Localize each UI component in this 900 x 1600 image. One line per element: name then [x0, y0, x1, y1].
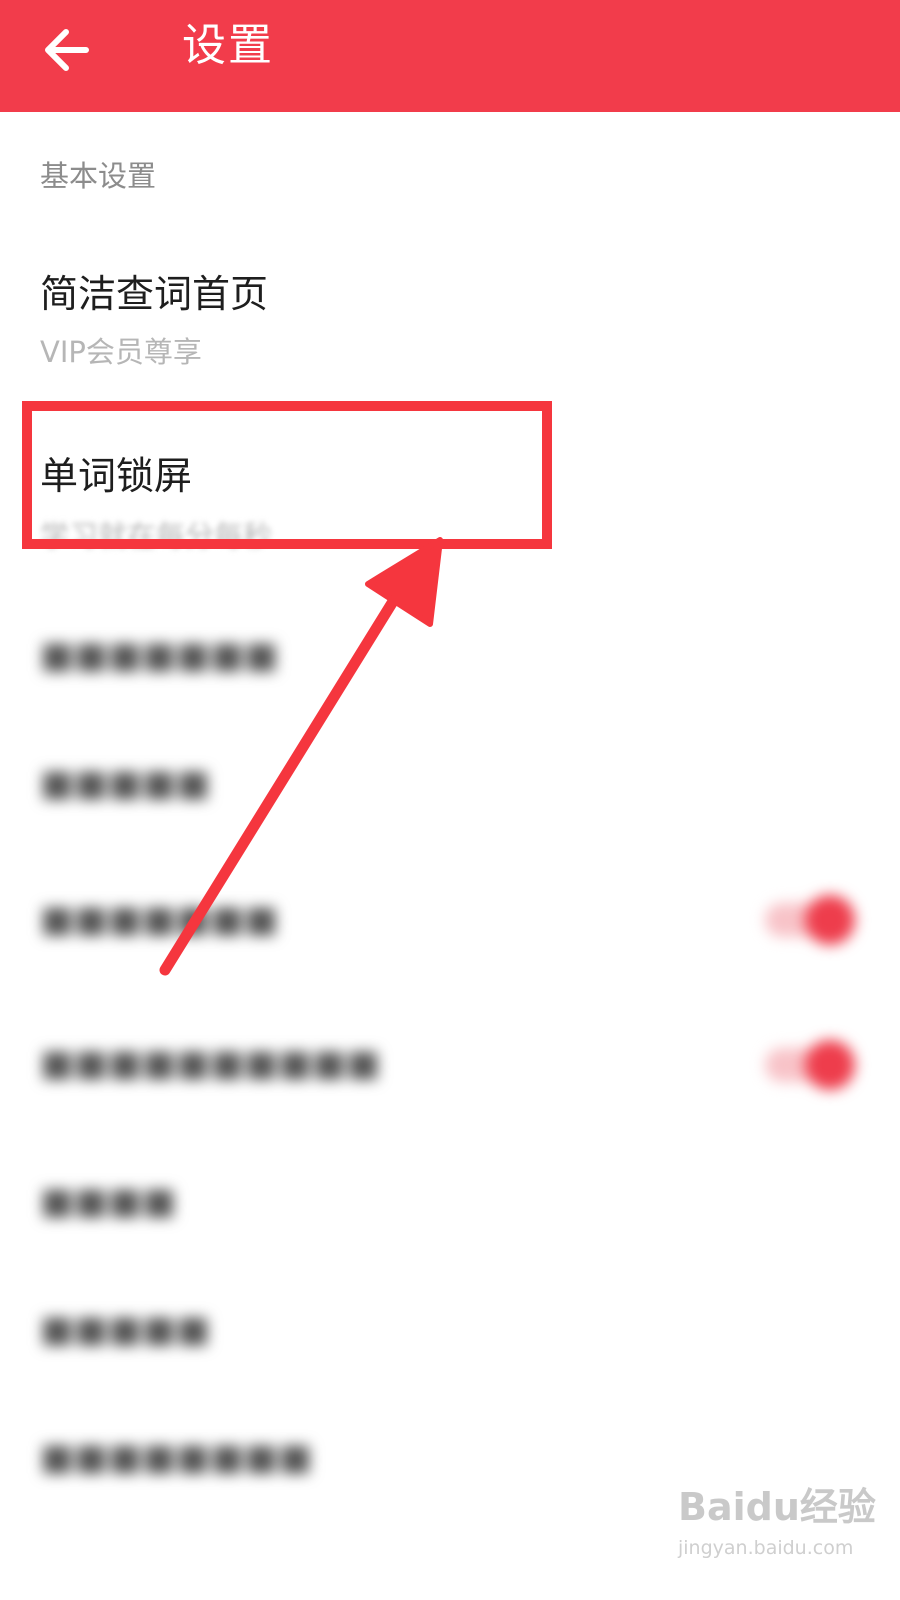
- toggle-knob: [805, 895, 855, 945]
- arrow-left-icon: [45, 29, 89, 71]
- back-button[interactable]: [36, 18, 100, 82]
- toggle-knob: [805, 1040, 855, 1090]
- settings-page: 设置 基本设置 简洁查词首页 VIP会员尊享 单词锁屏 学习就在每分每秒 ■■■…: [0, 0, 900, 1600]
- toggle-switch[interactable]: [765, 1040, 855, 1090]
- blurred-row[interactable]: ■■■■■■■: [40, 896, 278, 944]
- section-header-basic-settings: 基本设置: [40, 159, 157, 193]
- blurred-row[interactable]: ■■■■■■■: [40, 632, 278, 680]
- setting-item-title: 简洁查词首页: [40, 272, 269, 316]
- top-app-bar: 设置: [0, 0, 900, 112]
- watermark-brand: Baidu经验: [678, 1485, 876, 1529]
- page-title: 设置: [182, 20, 274, 71]
- toggle-switch[interactable]: [765, 895, 855, 945]
- blurred-row[interactable]: ■■■■■■■■: [40, 1434, 312, 1482]
- blurred-row[interactable]: ■■■■■: [40, 760, 210, 808]
- annotation-highlight-box: [22, 401, 552, 549]
- setting-item-subtitle: VIP会员尊享: [40, 335, 202, 369]
- blurred-row[interactable]: ■■■■■■■■■■: [40, 1040, 380, 1088]
- blurred-row[interactable]: ■■■■: [40, 1178, 176, 1226]
- watermark: Baidu经验 jingyan.baidu.com: [678, 1470, 878, 1590]
- blurred-row[interactable]: ■■■■■: [40, 1306, 210, 1354]
- watermark-url: jingyan.baidu.com: [678, 1537, 854, 1559]
